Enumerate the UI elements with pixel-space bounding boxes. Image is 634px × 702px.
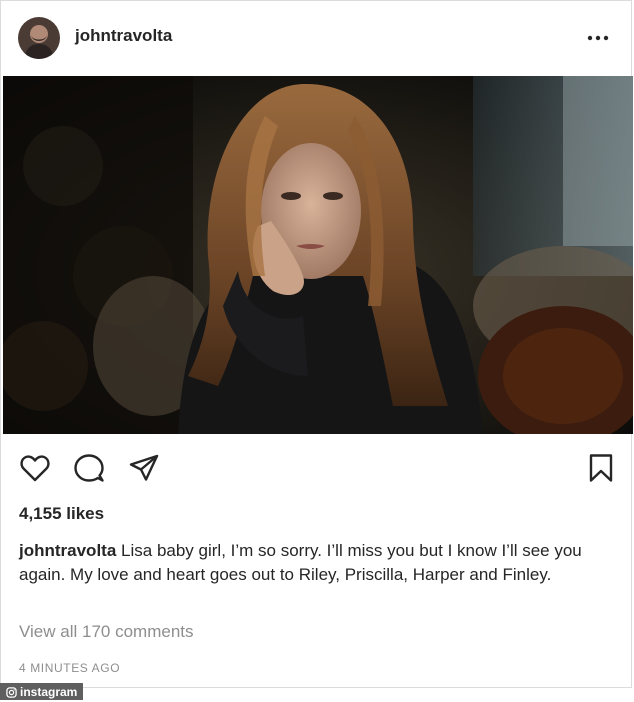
heart-icon[interactable] (19, 452, 51, 484)
caption-username[interactable]: johntravolta (19, 541, 116, 560)
comment-bubble-icon[interactable] (73, 452, 105, 484)
bookmark-icon[interactable] (585, 452, 617, 484)
instagram-post: johntravolta 4,155 likes johntravolta Li… (0, 0, 633, 688)
view-comments-link[interactable]: View all 170 comments (19, 622, 194, 642)
post-header: johntravolta (1, 1, 631, 76)
likes-count[interactable]: 4,155 likes (19, 504, 104, 524)
more-options-icon[interactable] (585, 25, 611, 51)
post-timestamp[interactable]: 4 MINUTES AGO (19, 661, 120, 675)
post-actions-bar (1, 434, 631, 498)
paper-plane-icon[interactable] (128, 452, 160, 484)
profile-avatar[interactable] (18, 17, 60, 59)
instagram-watermark: instagram (0, 683, 84, 700)
post-photo[interactable] (3, 76, 633, 434)
post-caption: johntravolta Lisa baby girl, I’m so sorr… (19, 539, 609, 587)
watermark-text: instagram (20, 685, 78, 699)
post-username[interactable]: johntravolta (75, 26, 172, 46)
